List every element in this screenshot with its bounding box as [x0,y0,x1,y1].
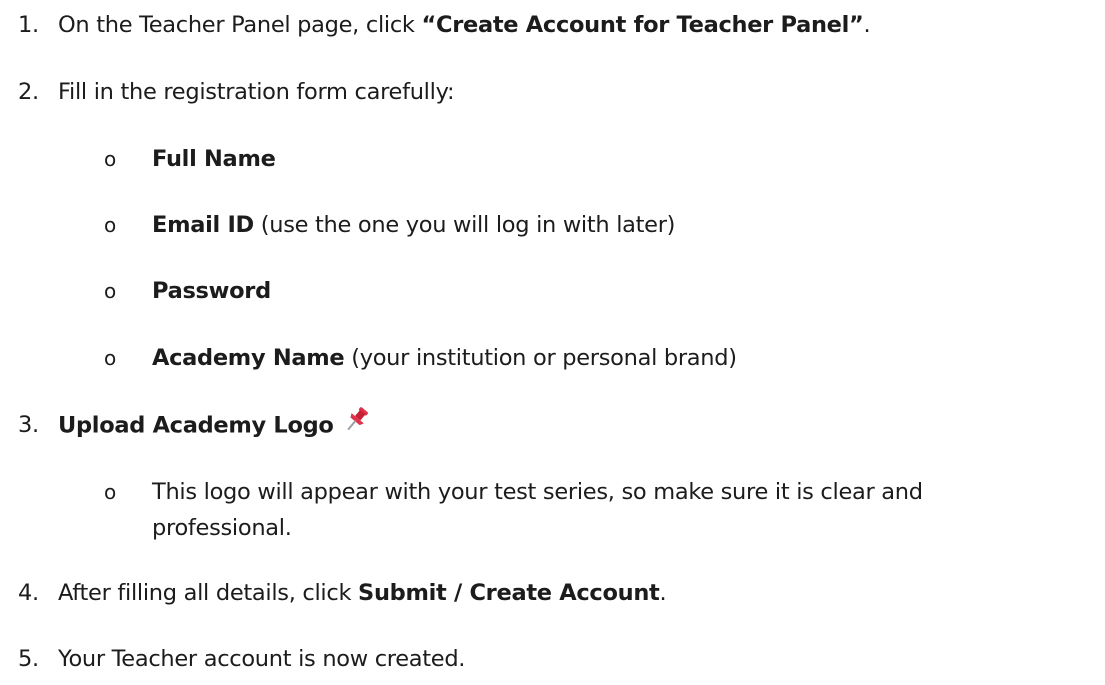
step-3-bold: Upload Academy Logo [58,412,334,439]
pushpin-icon [342,404,372,442]
step-4-bold: Submit / Create Account [358,580,660,606]
step-1-text: On the Teacher Panel page, click “Create… [58,12,871,38]
step-1-number: 1. [18,12,39,38]
step-5-number: 5. [18,646,39,672]
bullet: o [104,346,116,370]
field-label: Academy Name [152,345,345,371]
bullet: o [104,147,116,171]
step-4-number: 4. [18,580,39,606]
document-page: { "steps": [ { "number": "1.", "prefix":… [0,0,1105,685]
bullet: o [104,213,116,237]
bullet: o [104,279,116,303]
bullet: o [104,480,116,504]
field-note: (your institution or personal brand) [344,345,737,371]
step-3-number: 3. [18,412,39,438]
step-2-number: 2. [18,79,39,105]
step-1-bold: “Create Account for Teacher Panel” [421,12,864,38]
field-note: (use the one you will log in with later) [253,212,676,238]
field-label: Email ID [152,212,254,238]
step-5-text: Your Teacher account is now created. [58,646,466,672]
field-label: Full Name [152,146,276,172]
field-label: Password [152,278,271,304]
step-2-text: Fill in the registration form carefully: [58,79,455,105]
